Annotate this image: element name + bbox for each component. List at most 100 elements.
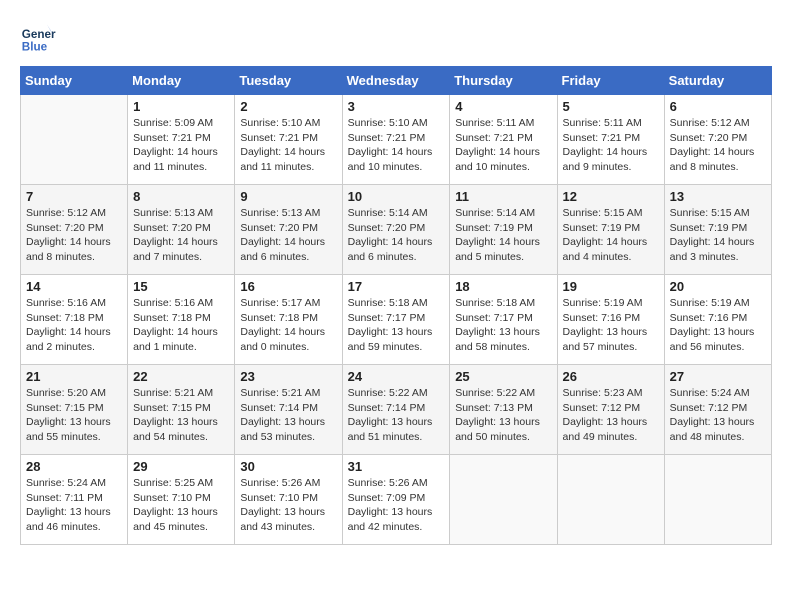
day-number: 14 [26, 279, 122, 294]
day-number: 6 [670, 99, 766, 114]
calendar-cell: 20Sunrise: 5:19 AMSunset: 7:16 PMDayligh… [664, 275, 771, 365]
calendar-cell: 24 Sunrise: 5:22 AMSunset: 7:14 PMDayligh… [342, 365, 450, 455]
day-info: Sunrise: 5:13 AMSunset: 7:20 PMDaylight:… [133, 206, 229, 265]
calendar-cell: 23Sunrise: 5:21 AMSunset: 7:14 PMDayligh… [235, 365, 342, 455]
day-info: Sunrise: 5:12 AMSunset: 7:20 PMDaylight:… [670, 116, 766, 175]
day-number: 23 [240, 369, 336, 384]
calendar-cell: 2Sunrise: 5:10 AMSunset: 7:21 PMDaylight… [235, 95, 342, 185]
day-info: Sunrise: 5:22 AMSunset: 7:13 PMDaylight:… [455, 386, 551, 445]
column-header-saturday: Saturday [664, 67, 771, 95]
day-number: 16 [240, 279, 336, 294]
logo-icon: General Blue [20, 20, 56, 56]
calendar-cell: 14 Sunrise: 5:16 AMSunset: 7:18 PMDayligh… [21, 275, 128, 365]
day-number: 25 [455, 369, 551, 384]
calendar-cell: 8 Sunrise: 5:13 AMSunset: 7:20 PMDaylight… [128, 185, 235, 275]
calendar-cell: 19 Sunrise: 5:19 AMSunset: 7:16 PMDayligh… [557, 275, 664, 365]
day-number: 10 [348, 189, 445, 204]
day-info: Sunrise: 5:22 AMSunset: 7:14 PMDaylight:… [348, 386, 445, 445]
calendar-cell: 25 Sunrise: 5:22 AMSunset: 7:13 PMDayligh… [450, 365, 557, 455]
calendar-cell: 1Sunrise: 5:09 AMSunset: 7:21 PMDaylight… [128, 95, 235, 185]
day-number: 12 [563, 189, 659, 204]
calendar-cell: 6 Sunrise: 5:12 AMSunset: 7:20 PMDaylight… [664, 95, 771, 185]
day-info: Sunrise: 5:11 AMSunset: 7:21 PMDaylight:… [563, 116, 659, 175]
day-number: 9 [240, 189, 336, 204]
calendar-cell: 30 Sunrise: 5:26 AMSunset: 7:10 PMDayligh… [235, 455, 342, 545]
day-info: Sunrise: 5:11 AMSunset: 7:21 PMDaylight:… [455, 116, 551, 175]
day-info: Sunrise: 5:10 AMSunset: 7:21 PMDaylight:… [240, 116, 336, 175]
day-number: 29 [133, 459, 229, 474]
day-number: 31 [348, 459, 445, 474]
day-info: Sunrise: 5:18 AMSunset: 7:17 PMDaylight:… [455, 296, 551, 355]
calendar-cell: 29 Sunrise: 5:25 AMSunset: 7:10 PMDayligh… [128, 455, 235, 545]
day-info: Sunrise: 5:20 AMSunset: 7:15 PMDaylight:… [26, 386, 122, 445]
day-number: 5 [563, 99, 659, 114]
column-header-thursday: Thursday [450, 67, 557, 95]
calendar-cell: 5 Sunrise: 5:11 AMSunset: 7:21 PMDaylight… [557, 95, 664, 185]
day-number: 8 [133, 189, 229, 204]
calendar-cell: 4 Sunrise: 5:11 AMSunset: 7:21 PMDaylight… [450, 95, 557, 185]
day-number: 20 [670, 279, 766, 294]
page-header: General Blue [20, 20, 772, 56]
calendar-cell: 3Sunrise: 5:10 AMSunset: 7:21 PMDaylight… [342, 95, 450, 185]
day-info: Sunrise: 5:21 AMSunset: 7:15 PMDaylight:… [133, 386, 229, 445]
day-number: 19 [563, 279, 659, 294]
day-info: Sunrise: 5:13 AMSunset: 7:20 PMDaylight:… [240, 206, 336, 265]
day-number: 22 [133, 369, 229, 384]
day-number: 15 [133, 279, 229, 294]
calendar-cell [450, 455, 557, 545]
calendar-cell: 13Sunrise: 5:15 AMSunset: 7:19 PMDayligh… [664, 185, 771, 275]
calendar-cell: 22 Sunrise: 5:21 AMSunset: 7:15 PMDayligh… [128, 365, 235, 455]
day-number: 18 [455, 279, 551, 294]
day-number: 21 [26, 369, 122, 384]
day-info: Sunrise: 5:10 AMSunset: 7:21 PMDaylight:… [348, 116, 445, 175]
day-info: Sunrise: 5:14 AMSunset: 7:19 PMDaylight:… [455, 206, 551, 265]
day-info: Sunrise: 5:16 AMSunset: 7:18 PMDaylight:… [133, 296, 229, 355]
calendar-week-row: 7 Sunrise: 5:12 AMSunset: 7:20 PMDaylight… [21, 185, 772, 275]
day-number: 27 [670, 369, 766, 384]
day-info: Sunrise: 5:23 AMSunset: 7:12 PMDaylight:… [563, 386, 659, 445]
day-info: Sunrise: 5:26 AMSunset: 7:09 PMDaylight:… [348, 476, 445, 535]
column-header-friday: Friday [557, 67, 664, 95]
calendar-cell [557, 455, 664, 545]
day-info: Sunrise: 5:18 AMSunset: 7:17 PMDaylight:… [348, 296, 445, 355]
column-header-tuesday: Tuesday [235, 67, 342, 95]
column-header-wednesday: Wednesday [342, 67, 450, 95]
logo: General Blue [20, 20, 60, 56]
day-info: Sunrise: 5:14 AMSunset: 7:20 PMDaylight:… [348, 206, 445, 265]
column-header-monday: Monday [128, 67, 235, 95]
day-info: Sunrise: 5:19 AMSunset: 7:16 PMDaylight:… [563, 296, 659, 355]
calendar-week-row: 14 Sunrise: 5:16 AMSunset: 7:18 PMDayligh… [21, 275, 772, 365]
day-number: 30 [240, 459, 336, 474]
calendar-cell: 9 Sunrise: 5:13 AMSunset: 7:20 PMDaylight… [235, 185, 342, 275]
day-number: 28 [26, 459, 122, 474]
day-number: 24 [348, 369, 445, 384]
day-number: 7 [26, 189, 122, 204]
calendar-cell: 12 Sunrise: 5:15 AMSunset: 7:19 PMDayligh… [557, 185, 664, 275]
calendar-cell [21, 95, 128, 185]
day-info: Sunrise: 5:16 AMSunset: 7:18 PMDaylight:… [26, 296, 122, 355]
calendar-cell: 16 Sunrise: 5:17 AMSunset: 7:18 PMDayligh… [235, 275, 342, 365]
day-info: Sunrise: 5:24 AMSunset: 7:12 PMDaylight:… [670, 386, 766, 445]
calendar-week-row: 1Sunrise: 5:09 AMSunset: 7:21 PMDaylight… [21, 95, 772, 185]
day-info: Sunrise: 5:25 AMSunset: 7:10 PMDaylight:… [133, 476, 229, 535]
day-info: Sunrise: 5:24 AMSunset: 7:11 PMDaylight:… [26, 476, 122, 535]
day-number: 4 [455, 99, 551, 114]
svg-text:Blue: Blue [22, 41, 48, 54]
calendar-cell: 26Sunrise: 5:23 AMSunset: 7:12 PMDayligh… [557, 365, 664, 455]
day-info: Sunrise: 5:12 AMSunset: 7:20 PMDaylight:… [26, 206, 122, 265]
calendar-cell: 7 Sunrise: 5:12 AMSunset: 7:20 PMDaylight… [21, 185, 128, 275]
calendar-cell [664, 455, 771, 545]
calendar-cell: 28 Sunrise: 5:24 AMSunset: 7:11 PMDayligh… [21, 455, 128, 545]
day-number: 13 [670, 189, 766, 204]
calendar-table: SundayMondayTuesdayWednesdayThursdayFrid… [20, 66, 772, 545]
day-info: Sunrise: 5:15 AMSunset: 7:19 PMDaylight:… [563, 206, 659, 265]
day-info: Sunrise: 5:09 AMSunset: 7:21 PMDaylight:… [133, 116, 229, 175]
calendar-cell: 11Sunrise: 5:14 AMSunset: 7:19 PMDayligh… [450, 185, 557, 275]
column-header-sunday: Sunday [21, 67, 128, 95]
calendar-header-row: SundayMondayTuesdayWednesdayThursdayFrid… [21, 67, 772, 95]
calendar-cell: 18 Sunrise: 5:18 AMSunset: 7:17 PMDayligh… [450, 275, 557, 365]
calendar-cell: 10 Sunrise: 5:14 AMSunset: 7:20 PMDayligh… [342, 185, 450, 275]
calendar-week-row: 28 Sunrise: 5:24 AMSunset: 7:11 PMDayligh… [21, 455, 772, 545]
day-info: Sunrise: 5:26 AMSunset: 7:10 PMDaylight:… [240, 476, 336, 535]
day-info: Sunrise: 5:17 AMSunset: 7:18 PMDaylight:… [240, 296, 336, 355]
